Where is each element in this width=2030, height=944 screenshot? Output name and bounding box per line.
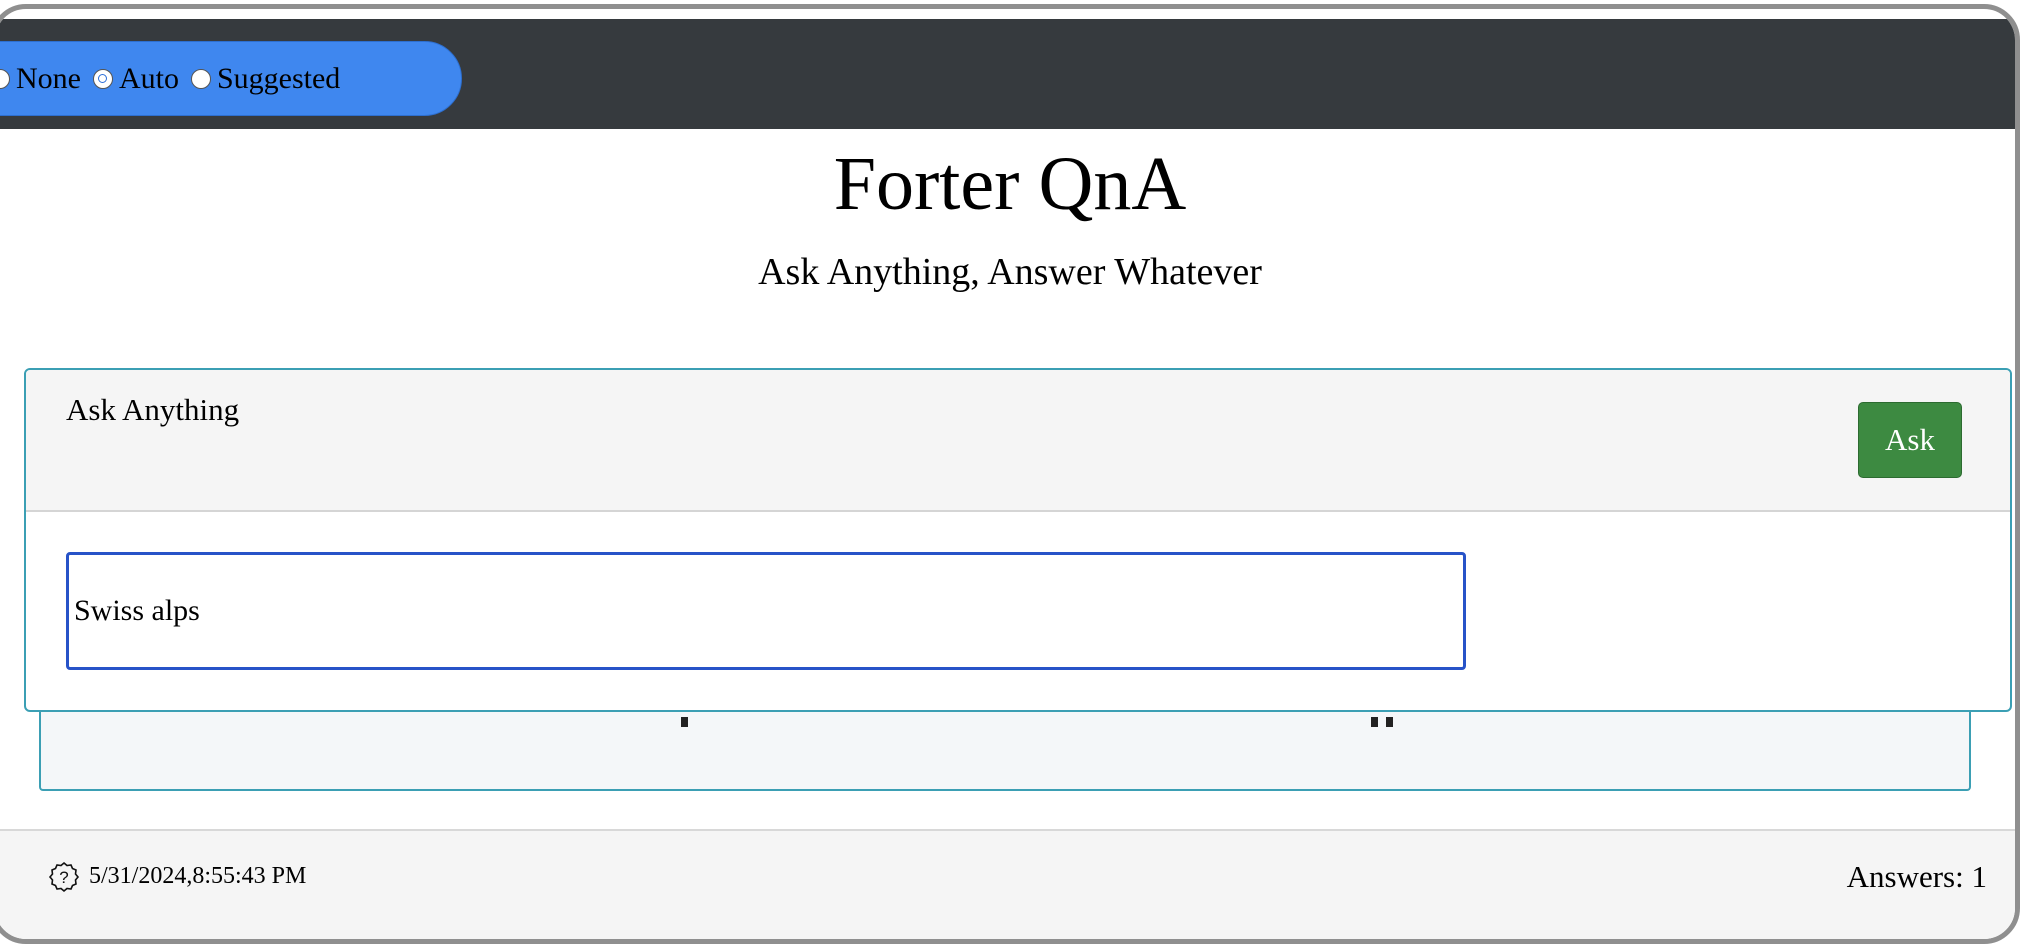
radio-none-label[interactable]: None [16, 62, 81, 96]
answer-card [39, 699, 1971, 791]
radio-auto-label[interactable]: Auto [119, 62, 179, 96]
question-circle-icon: ? [48, 861, 80, 893]
answers-count: Answers: 1 [1846, 859, 1987, 894]
question-input[interactable]: Swiss alps [66, 552, 1466, 670]
answer-footer: ? 5/31/2024,8:55:43 PM Answers: 1 [0, 829, 2015, 939]
ask-card: Ask Anything Ask Swiss alps [24, 368, 2012, 712]
radio-none[interactable] [0, 68, 10, 89]
mode-radio-group: None Auto Suggested [0, 41, 462, 116]
svg-text:?: ? [59, 868, 68, 887]
ask-button[interactable]: Ask [1858, 402, 1962, 478]
ask-card-title: Ask Anything [66, 392, 240, 427]
radio-auto[interactable] [92, 68, 113, 89]
radio-suggested[interactable] [190, 68, 211, 89]
app-window: None Auto Suggested Forter QnA Ask Anyth… [0, 4, 2020, 944]
top-bar: None Auto Suggested [0, 19, 2015, 129]
radio-suggested-label[interactable]: Suggested [217, 62, 340, 96]
answer-timestamp: 5/31/2024,8:55:43 PM [89, 863, 307, 889]
answer-text-obscured [41, 715, 1969, 729]
page-title: Forter QnA [833, 142, 1187, 226]
ask-card-header: Ask Anything Ask [26, 370, 2010, 512]
page-subtitle: Ask Anything, Answer Whatever [758, 251, 1262, 293]
